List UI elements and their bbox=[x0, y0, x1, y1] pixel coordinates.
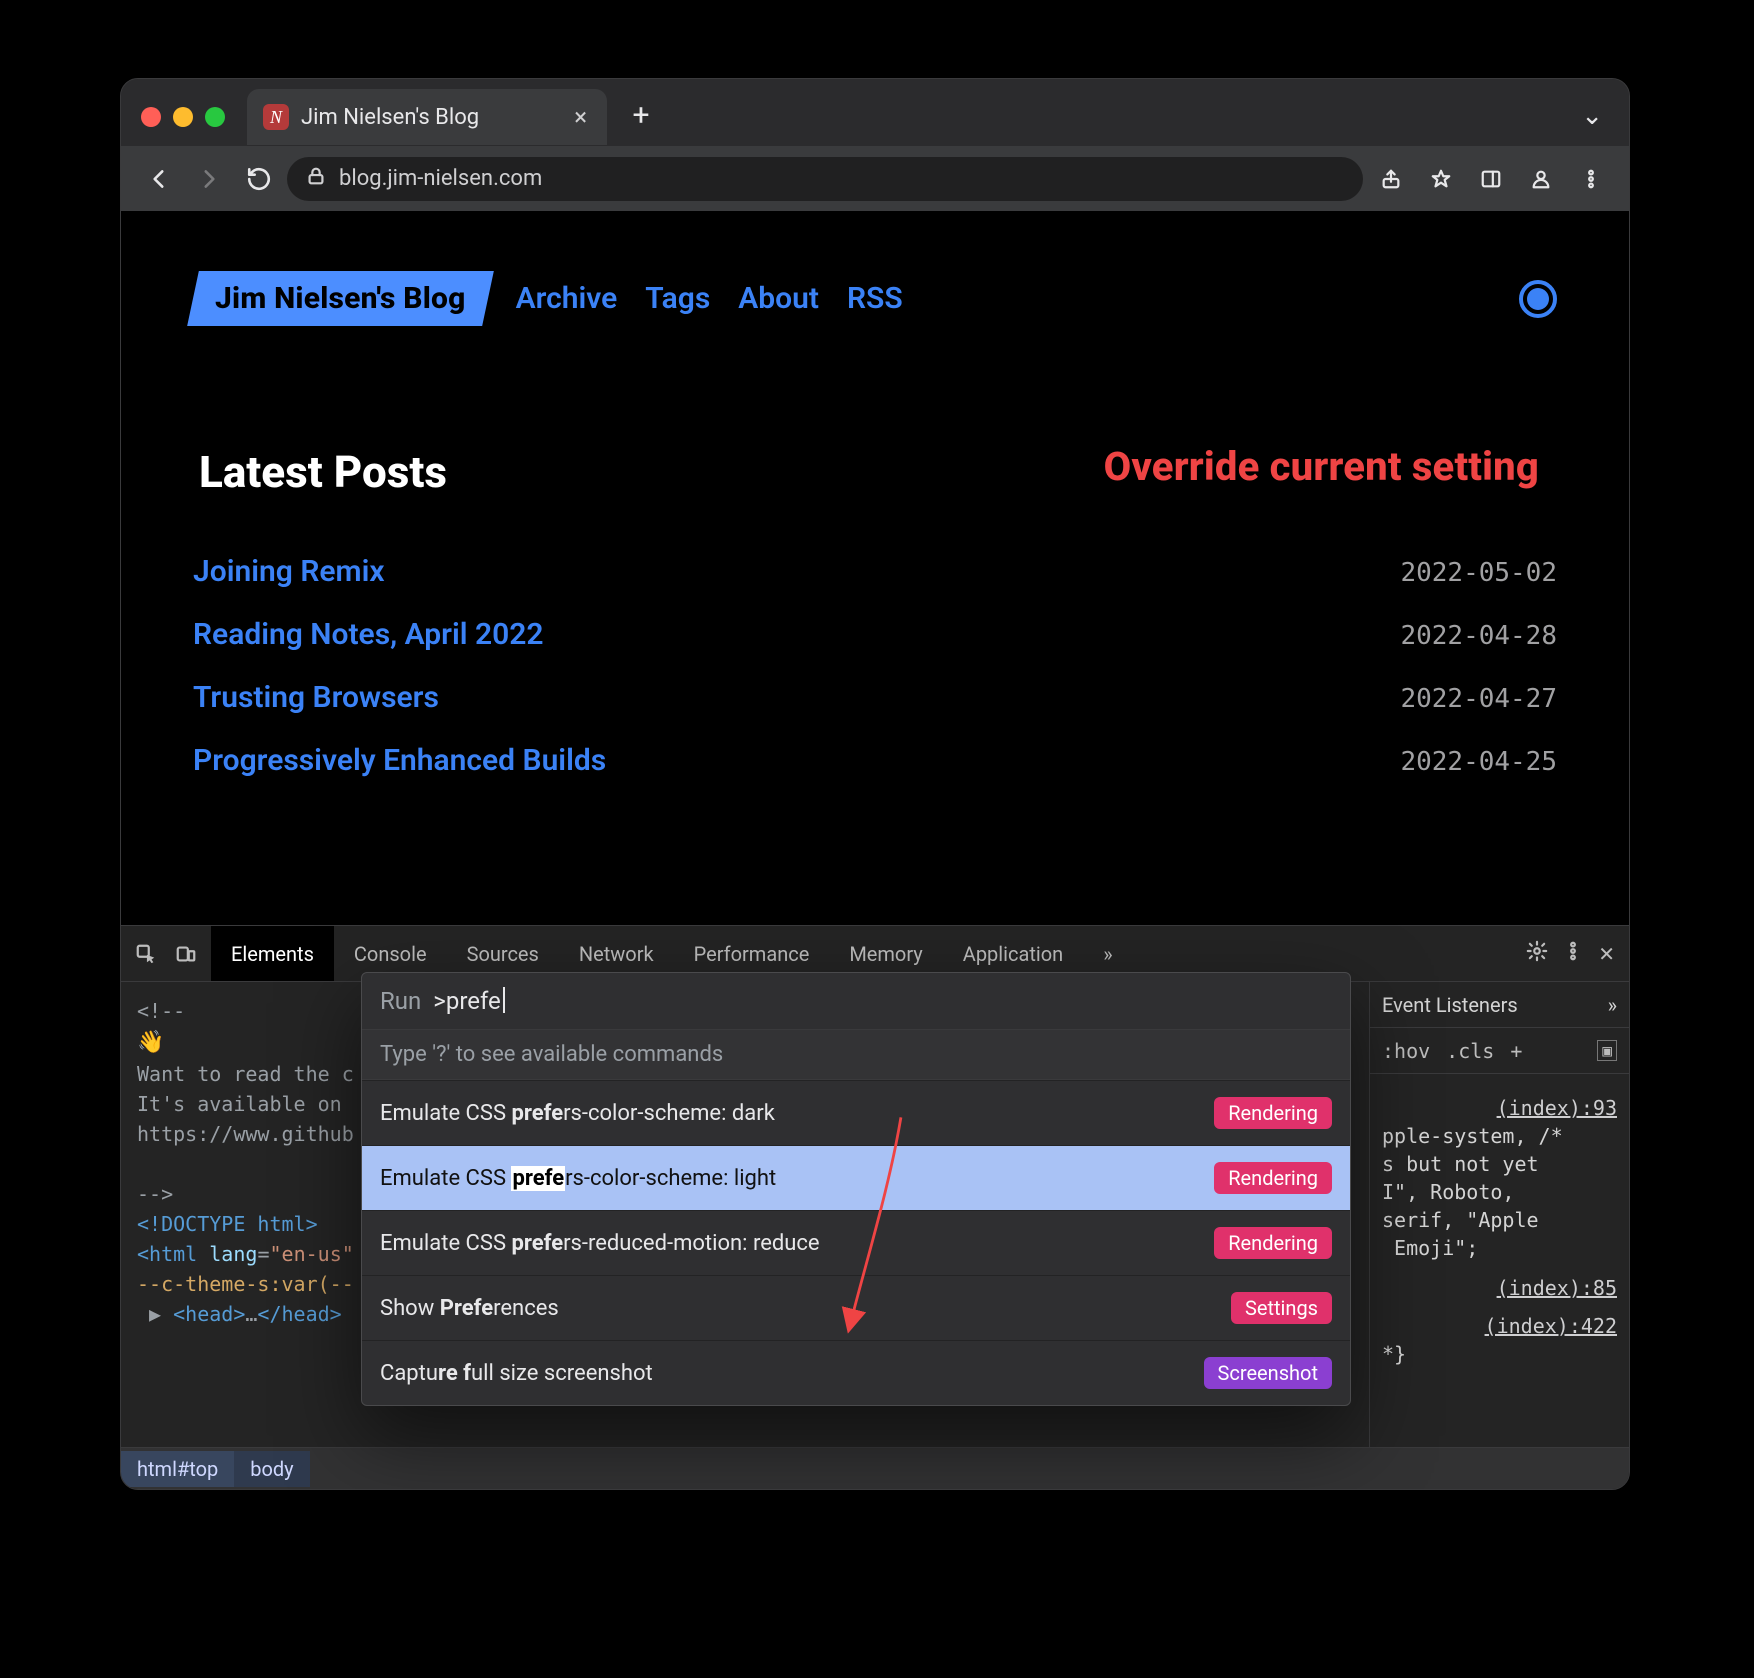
command-item[interactable]: Emulate CSS prefers-color-scheme: light R… bbox=[362, 1145, 1350, 1210]
address-bar[interactable]: blog.jim-nielsen.com bbox=[287, 157, 1363, 201]
command-item-badge: Settings bbox=[1231, 1292, 1332, 1324]
lock-icon bbox=[305, 165, 327, 193]
breadcrumb-item[interactable]: html#top bbox=[121, 1451, 234, 1487]
command-item-badge: Rendering bbox=[1214, 1227, 1332, 1259]
styles-panel: Event Listeners » :hov .cls + ▣ (index):… bbox=[1369, 982, 1629, 1447]
post-link[interactable]: Reading Notes, April 2022 bbox=[193, 617, 544, 652]
nav-link-archive[interactable]: Archive bbox=[516, 281, 618, 316]
kebab-icon[interactable] bbox=[1562, 940, 1584, 967]
page-content: Jim Nielsen's Blog Archive Tags About RSS O… bbox=[121, 211, 1629, 931]
post-row: Trusting Browsers 2022-04-27 bbox=[193, 680, 1557, 715]
post-link[interactable]: Progressively Enhanced Builds bbox=[193, 743, 606, 778]
favicon-icon: N bbox=[263, 104, 289, 130]
style-source-link[interactable]: (index):422 bbox=[1382, 1314, 1617, 1338]
share-button[interactable] bbox=[1369, 157, 1413, 201]
command-item-label: Emulate CSS prefers-color-scheme: dark bbox=[380, 1101, 775, 1126]
command-item[interactable]: Emulate CSS prefers-reduced-motion: redu… bbox=[362, 1210, 1350, 1275]
breadcrumb-item[interactable]: body bbox=[234, 1451, 309, 1487]
profile-button[interactable] bbox=[1519, 157, 1563, 201]
command-item-badge: Rendering bbox=[1214, 1162, 1332, 1194]
command-item-label: Show Preferences bbox=[380, 1296, 559, 1321]
more-icon[interactable]: » bbox=[1608, 993, 1617, 1017]
bookmark-button[interactable] bbox=[1419, 157, 1463, 201]
post-row: Progressively Enhanced Builds 2022-04-25 bbox=[193, 743, 1557, 778]
command-item-label: Capture full size screenshot bbox=[380, 1361, 653, 1386]
style-source-link[interactable]: (index):85 bbox=[1382, 1276, 1617, 1300]
nav-link-rss[interactable]: RSS bbox=[847, 281, 903, 316]
url-bar: blog.jim-nielsen.com bbox=[121, 145, 1629, 211]
command-item-badge: Screenshot bbox=[1204, 1357, 1332, 1389]
post-date: 2022-05-02 bbox=[1400, 558, 1557, 588]
annotation-text: Override current setting bbox=[1104, 443, 1539, 490]
post-date: 2022-04-25 bbox=[1400, 747, 1557, 777]
gear-icon[interactable] bbox=[1526, 940, 1548, 967]
close-icon[interactable]: ✕ bbox=[1598, 942, 1615, 966]
site-nav: Archive Tags About RSS bbox=[516, 281, 903, 316]
post-link[interactable]: Joining Remix bbox=[193, 554, 385, 589]
hov-toggle[interactable]: :hov bbox=[1382, 1039, 1430, 1063]
style-source-link[interactable]: (index):93 bbox=[1382, 1096, 1617, 1120]
breadcrumb: html#top body bbox=[121, 1447, 1629, 1489]
post-link[interactable]: Trusting Browsers bbox=[193, 680, 439, 715]
browser-tab[interactable]: N Jim Nielsen's Blog × bbox=[247, 89, 607, 145]
add-rule-button[interactable]: + bbox=[1510, 1039, 1522, 1063]
kebab-menu-button[interactable] bbox=[1569, 157, 1613, 201]
inspect-icon[interactable] bbox=[131, 939, 161, 969]
post-row: Joining Remix 2022-05-02 bbox=[193, 554, 1557, 589]
post-list: Joining Remix 2022-05-02 Reading Notes, Ap… bbox=[193, 554, 1557, 778]
back-button[interactable] bbox=[137, 157, 181, 201]
computed-toggle-icon[interactable]: ▣ bbox=[1597, 1040, 1617, 1061]
command-run-label: Run bbox=[380, 987, 421, 1015]
command-item-label: Emulate CSS prefers-reduced-motion: redu… bbox=[380, 1231, 820, 1256]
command-item[interactable]: Show Preferences Settings bbox=[362, 1275, 1350, 1340]
command-item-badge: Rendering bbox=[1214, 1097, 1332, 1129]
devtools-panel: ElementsConsoleSourcesNetworkPerformance… bbox=[121, 925, 1629, 1489]
nav-link-tags[interactable]: Tags bbox=[645, 281, 710, 316]
sidepanel-button[interactable] bbox=[1469, 157, 1513, 201]
post-row: Reading Notes, April 2022 2022-04-28 bbox=[193, 617, 1557, 652]
zoom-window-button[interactable] bbox=[205, 107, 225, 127]
minimize-window-button[interactable] bbox=[173, 107, 193, 127]
nav-link-about[interactable]: About bbox=[738, 281, 819, 316]
command-menu: Run >prefe Type '?' to see available com… bbox=[361, 972, 1351, 1406]
browser-window: N Jim Nielsen's Blog × + ⌄ blog.jim-niel… bbox=[120, 78, 1630, 1490]
site-header: Jim Nielsen's Blog ArchiveTagsAboutRSS bbox=[193, 271, 1557, 326]
close-window-button[interactable] bbox=[141, 107, 161, 127]
new-tab-button[interactable]: + bbox=[621, 95, 661, 135]
brand-logo[interactable]: Jim Nielsen's Blog bbox=[187, 271, 493, 326]
close-tab-icon[interactable]: × bbox=[574, 103, 587, 131]
tab-title: Jim Nielsen's Blog bbox=[301, 105, 479, 130]
post-date: 2022-04-28 bbox=[1400, 621, 1557, 651]
device-toggle-icon[interactable] bbox=[171, 939, 201, 969]
stage: N Jim Nielsen's Blog × + ⌄ blog.jim-niel… bbox=[0, 0, 1754, 1678]
command-item[interactable]: Emulate CSS prefers-color-scheme: dark Re… bbox=[362, 1080, 1350, 1145]
post-date: 2022-04-27 bbox=[1400, 684, 1557, 714]
titlebar: N Jim Nielsen's Blog × + ⌄ bbox=[121, 79, 1629, 145]
command-hint: Type '?' to see available commands bbox=[362, 1029, 1350, 1080]
cls-toggle[interactable]: .cls bbox=[1446, 1039, 1494, 1063]
tab-overflow-icon[interactable]: ⌄ bbox=[1581, 101, 1603, 131]
style-rule[interactable]: *} bbox=[1382, 1340, 1617, 1368]
command-item-label: Emulate CSS prefers-color-scheme: light bbox=[380, 1166, 776, 1191]
command-input[interactable]: >prefe bbox=[433, 987, 504, 1015]
url-text: blog.jim-nielsen.com bbox=[339, 166, 542, 191]
window-controls bbox=[131, 107, 239, 145]
reload-button[interactable] bbox=[237, 157, 281, 201]
forward-button[interactable] bbox=[187, 157, 231, 201]
devtools-tab-elements[interactable]: Elements bbox=[211, 926, 334, 981]
command-item[interactable]: Capture full size screenshot Screenshot bbox=[362, 1340, 1350, 1405]
style-rule[interactable]: pple-system, /* s but not yet I", Roboto… bbox=[1382, 1122, 1617, 1262]
theme-toggle-icon[interactable] bbox=[1519, 280, 1557, 318]
event-listeners-tab[interactable]: Event Listeners bbox=[1382, 993, 1518, 1017]
command-input-row[interactable]: Run >prefe bbox=[362, 973, 1350, 1029]
